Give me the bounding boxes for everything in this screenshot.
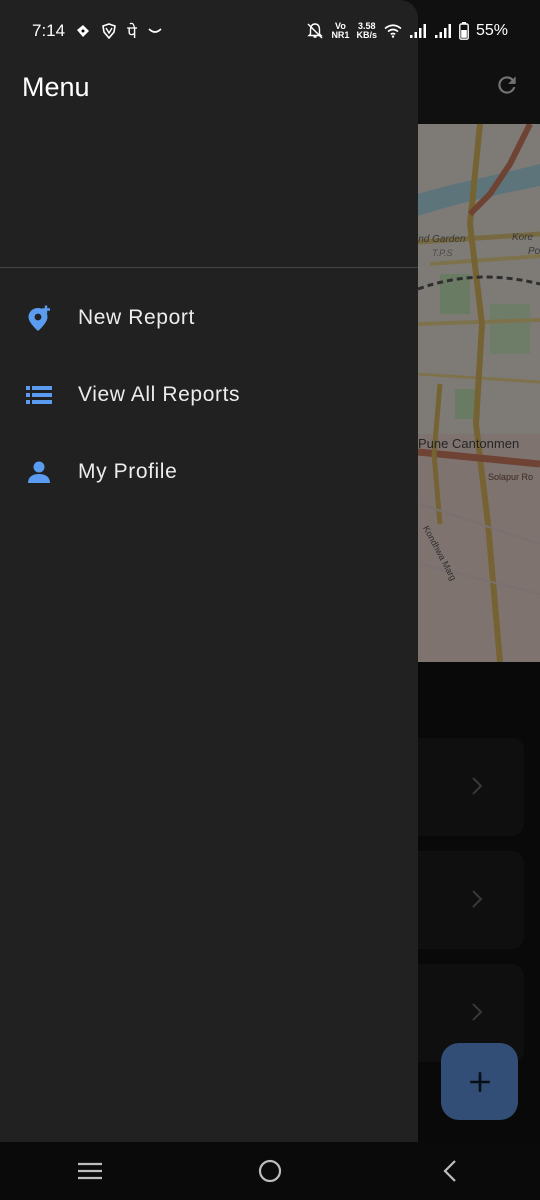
battery-percent: 55% xyxy=(475,22,508,39)
volte-indicator: Vo NR1 xyxy=(331,21,350,40)
system-nav-bar xyxy=(0,1142,540,1200)
menu-item-label: View All Reports xyxy=(78,383,241,406)
status-app-text: पे xyxy=(127,22,137,42)
smile-icon xyxy=(147,26,163,36)
add-location-icon xyxy=(24,303,54,333)
back-button[interactable] xyxy=(425,1146,475,1196)
menu-item-label: My Profile xyxy=(78,460,178,483)
person-icon xyxy=(24,457,54,487)
signal-icon xyxy=(434,23,452,39)
home-button[interactable] xyxy=(245,1146,295,1196)
ticket-icon xyxy=(75,24,91,38)
status-time: 7:14 xyxy=(32,21,66,40)
menu-item-new-report[interactable]: New Report xyxy=(0,286,418,350)
menu-item-view-all-reports[interactable]: View All Reports xyxy=(0,363,418,427)
back-chevron-icon xyxy=(443,1160,456,1182)
wifi-icon xyxy=(384,24,402,38)
drawer-divider xyxy=(0,267,418,268)
menu-item-label: New Report xyxy=(78,306,195,329)
signal-icon xyxy=(409,23,427,39)
navigation-drawer: Menu New Report View All Reports My Prof… xyxy=(0,0,418,1142)
mute-bell-icon xyxy=(306,22,324,40)
battery-icon xyxy=(459,22,469,40)
recent-apps-button[interactable] xyxy=(65,1146,115,1196)
list-icon xyxy=(24,380,54,410)
screen: ind Garden T.P.S Kore Po Pune Cantonmen … xyxy=(0,0,540,1200)
network-speed: 3.58 KB/s xyxy=(356,21,377,40)
menu-lines-icon xyxy=(78,1162,102,1180)
status-bar: 7:14 पे Vo NR1 3.58 KB/s 55% xyxy=(0,0,540,62)
shield-icon xyxy=(101,23,117,39)
menu-item-my-profile[interactable]: My Profile xyxy=(0,440,418,504)
home-circle-icon xyxy=(258,1159,282,1183)
drawer-title: Menu xyxy=(22,72,90,102)
